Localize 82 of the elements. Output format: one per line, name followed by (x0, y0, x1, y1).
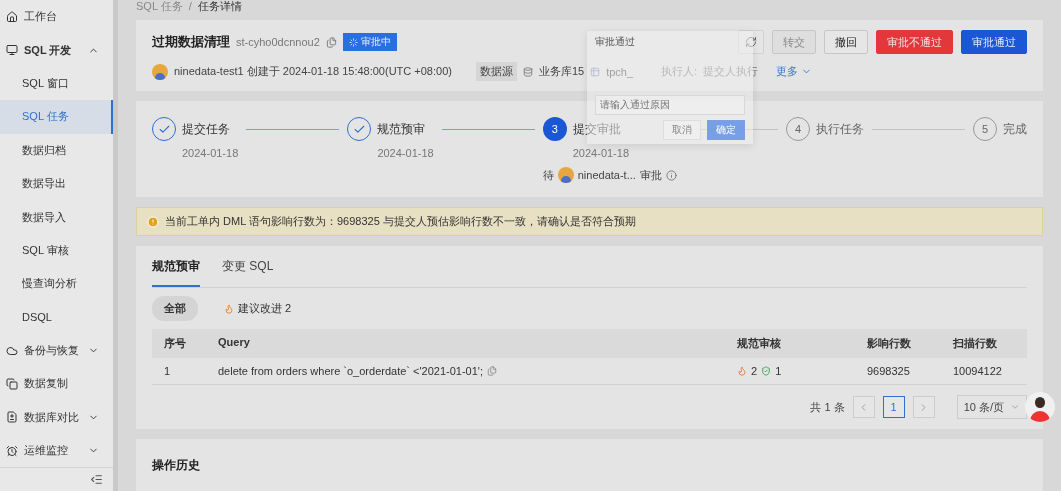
step-title: 执行任务 (815, 121, 864, 138)
section-title: 操作历史 (152, 458, 200, 472)
sidebar-item[interactable]: SQL 审核 (0, 233, 113, 268)
user-avatar (557, 167, 574, 183)
column-header: 规范审核 (725, 329, 855, 358)
sidebar-item[interactable]: 数据导出 (0, 166, 113, 201)
page-size-select[interactable]: 10 条/页 (956, 395, 1027, 419)
step-indicator: 3 (542, 117, 567, 141)
sidebar-item[interactable]: 数据复制 (0, 367, 113, 401)
sidebar-item[interactable]: SQL 任务 (0, 100, 113, 134)
sidebar-icon (6, 44, 18, 57)
sidebar-item[interactable]: DSQL (0, 300, 113, 334)
refresh-button[interactable] (738, 30, 764, 54)
sidebar-item[interactable]: 数据导入 (0, 200, 113, 234)
loading-icon (348, 37, 358, 47)
breadcrumb-separator: / (188, 0, 192, 12)
column-header: 扫描行数 (941, 329, 1027, 358)
database-name: 业务库15 (538, 64, 585, 79)
status-badge: 审批中 (342, 33, 397, 51)
filter-chip[interactable]: 全部 (152, 296, 198, 321)
query-text: delete from orders where `o_orderdate` <'2021-01-01'; (218, 365, 483, 377)
sidebar-item[interactable]: 运维监控 (0, 434, 113, 468)
more-link[interactable]: 更多 (776, 64, 813, 79)
sidebar-item[interactable]: 数据库对比 (0, 400, 113, 435)
chevron-down-icon (1010, 402, 1020, 412)
breadcrumb-item: 任务详情 (197, 0, 242, 14)
sidebar-icon (6, 444, 18, 457)
alert-message: 当前工单内 DML 语句影响行数为：9698325 与提交人预估影响行数不一致，请确认是否符合预期 (165, 214, 636, 229)
warning-count: 2 (751, 365, 758, 377)
datasource-label: 数据源 (475, 62, 517, 81)
total-count: 共 1 条 (810, 399, 845, 415)
sidebar-item[interactable]: SQL 开发 (0, 33, 113, 67)
action-button[interactable]: 审批通过 (961, 30, 1027, 54)
step-date: 2024-01-18 (182, 147, 239, 159)
waiting-prefix: 待 (542, 167, 554, 183)
flame-icon (224, 303, 234, 314)
table-cell: 1 (152, 358, 206, 385)
approver-name: ninedata-t... (577, 169, 636, 181)
column-header: 影响行数 (855, 329, 941, 358)
sidebar-item[interactable]: 工作台 (0, 0, 113, 34)
column-header: Query (206, 329, 725, 358)
waiting-suffix: 审批 (639, 167, 662, 183)
sidebar-item[interactable]: 数据归档 (0, 133, 113, 167)
page-button[interactable]: 1 (882, 396, 905, 418)
table-cell: 9698325 (855, 358, 941, 385)
step-title: 完成 (1003, 121, 1028, 138)
action-button[interactable]: 撤回 (824, 30, 868, 54)
sidebar-icon (6, 10, 18, 23)
shield-check-icon (761, 366, 772, 376)
sidebar-icon (6, 411, 18, 424)
filter-chip[interactable]: 建议改进 2 (212, 296, 304, 321)
action-button[interactable]: 审批不通过 (876, 30, 953, 54)
popover-title: 审批通过 (595, 35, 635, 49)
copy-icon[interactable] (325, 36, 337, 48)
step-title: 规范预审 (377, 121, 427, 138)
info-icon[interactable] (665, 169, 677, 181)
tab[interactable]: 规范预审 (152, 250, 200, 287)
step-title: 提交任务 (182, 121, 231, 138)
creator-info: ninedata-test1 创建于 2024-01-18 15:48:00(UTC +08:00) (174, 64, 452, 79)
sidebar-icon (6, 344, 18, 357)
tab[interactable]: 变更 SQL (222, 250, 274, 287)
task-title: 过期数据清理 (152, 33, 230, 51)
step-date: 2024-01-18 (572, 147, 631, 159)
refresh-icon (745, 36, 757, 48)
sidebar-icon (6, 378, 18, 390)
sidebar-item[interactable]: 备份与恢复 (0, 333, 113, 368)
task-id: st-cyho0dcnnou2 (236, 36, 320, 48)
table-cell: 10094122 (941, 358, 1027, 385)
assistant-avatar[interactable] (1025, 392, 1055, 422)
schema-name: tpch_ (606, 65, 634, 78)
pass-count: 1 (775, 365, 782, 377)
copy-icon[interactable] (487, 366, 497, 376)
sidebar-item[interactable]: SQL 窗口 (0, 66, 113, 101)
step-date: 2024-01-18 (377, 147, 434, 159)
column-header: 序号 (152, 329, 206, 358)
schema-icon (590, 66, 601, 77)
reason-field[interactable]: 请输入通过原因 (595, 95, 745, 115)
step-title: 提交审批 (572, 121, 622, 138)
database-icon (522, 66, 533, 77)
sidebar-item[interactable]: 慢查询分析 (0, 267, 113, 301)
user-avatar (152, 63, 168, 80)
collapse-menu-icon[interactable] (90, 473, 103, 487)
